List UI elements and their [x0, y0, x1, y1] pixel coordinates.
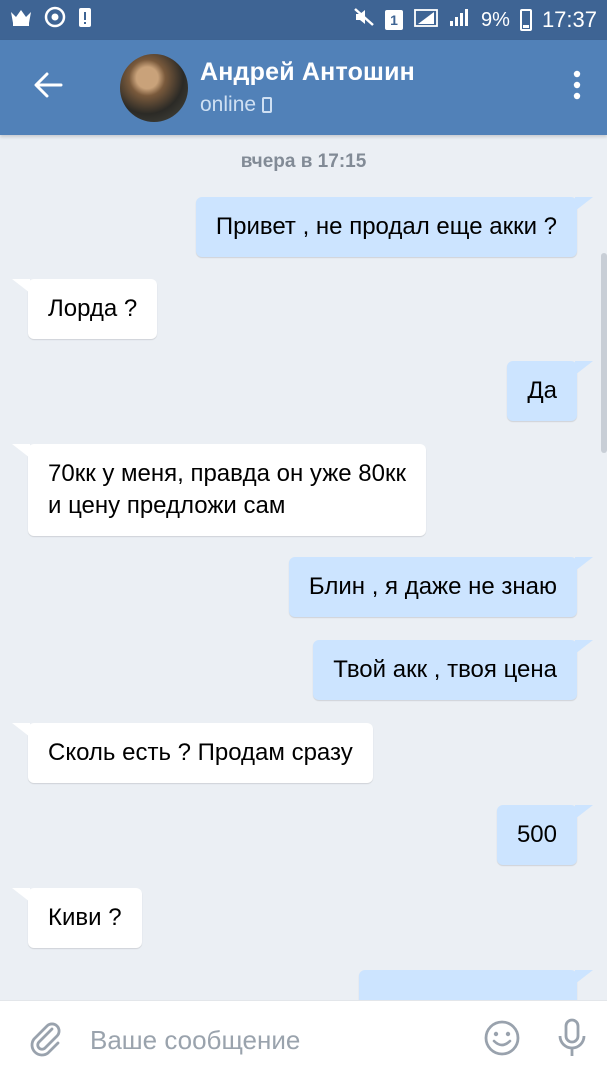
message-outgoing[interactable]: Да — [507, 361, 593, 421]
smile-icon — [483, 1019, 521, 1062]
battery-percent: 9% — [481, 8, 510, 31]
crown-icon — [10, 8, 32, 32]
contact-status: online — [200, 93, 415, 117]
message-outgoing[interactable]: Привет , не продал еще акки ? — [195, 197, 594, 257]
message-input[interactable] — [90, 1025, 467, 1056]
chat-header: Андрей Антошин online — [0, 40, 607, 135]
more-vertical-icon — [573, 70, 581, 105]
clock: 17:37 — [541, 7, 597, 32]
wifi-icon — [413, 6, 439, 34]
contact-info[interactable]: Андрей Антошин online — [200, 58, 415, 117]
message-list[interactable]: вчера в 17:15 Привет , не продал еще акк… — [0, 135, 607, 1000]
message-outgoing-partial[interactable] — [359, 970, 593, 1000]
back-arrow-icon — [33, 72, 63, 103]
paperclip-icon — [28, 1019, 62, 1062]
alert-icon — [78, 6, 92, 34]
message-incoming[interactable]: Лорда ? — [11, 279, 158, 339]
contact-name: Андрей Антошин — [200, 58, 415, 86]
status-bar: 1 9% 17:37 — [0, 0, 607, 40]
status-text: online — [200, 93, 257, 116]
date-separator: вчера в 17:15 — [240, 151, 367, 172]
vk-icon — [44, 6, 66, 34]
message-incoming[interactable]: Сколь есть ? Продам сразу — [12, 723, 373, 783]
battery-icon — [519, 9, 532, 31]
message-outgoing[interactable]: 500 — [496, 805, 594, 865]
back-button[interactable] — [0, 40, 96, 135]
mute-icon — [353, 7, 375, 33]
emoji-button[interactable] — [467, 1001, 537, 1080]
avatar[interactable] — [120, 53, 188, 122]
sim-badge: 1 — [385, 10, 404, 30]
composer — [0, 1000, 607, 1080]
attach-button[interactable] — [0, 1001, 90, 1080]
voice-button[interactable] — [537, 1001, 607, 1080]
signal-icon — [449, 7, 471, 33]
scrollbar[interactable] — [601, 253, 607, 453]
message-outgoing[interactable]: Твой акк , твоя цена — [313, 640, 593, 700]
more-options-button[interactable] — [547, 40, 607, 135]
message-outgoing[interactable]: Блин , я даже не знаю — [288, 557, 594, 617]
message-incoming[interactable]: 70кк у меня, правда он уже 80кк и цену п… — [12, 444, 426, 536]
phone-icon — [262, 97, 273, 113]
message-incoming[interactable]: Киви ? — [12, 888, 142, 948]
microphone-icon — [557, 1018, 587, 1063]
